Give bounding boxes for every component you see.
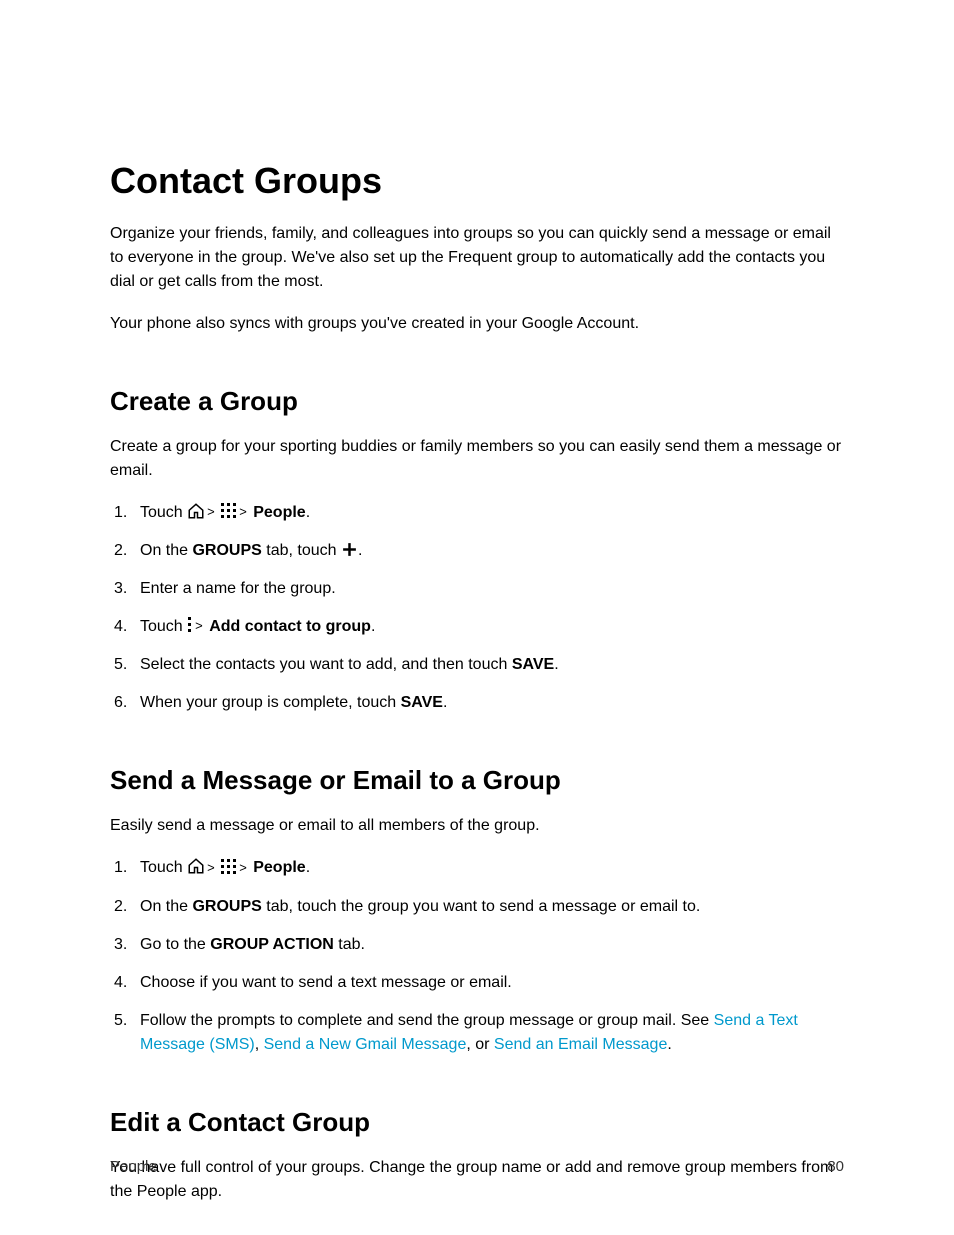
overflow-menu-icon [187, 617, 193, 633]
chevron-right-icon: > [207, 504, 215, 519]
link-send-gmail[interactable]: Send a New Gmail Message [264, 1036, 467, 1053]
page-title: Contact Groups [110, 160, 844, 202]
groups-label: GROUPS [192, 898, 261, 915]
step-text: . [667, 1036, 671, 1053]
step-text: When your group is complete, touch [140, 694, 401, 711]
chevron-right-icon: > [239, 860, 247, 875]
groups-label: GROUPS [192, 542, 261, 559]
intro-paragraph-1: Organize your friends, family, and colle… [110, 222, 844, 294]
intro-paragraph-2: Your phone also syncs with groups you've… [110, 312, 844, 336]
people-label: People [253, 860, 305, 877]
step-text: , or [466, 1036, 494, 1053]
apps-icon [221, 859, 237, 875]
send-step-5: Follow the prompts to complete and send … [110, 1009, 844, 1057]
step-text: tab, touch [262, 542, 341, 559]
step-text: tab, touch the group you want to send a … [262, 898, 700, 915]
send-intro: Easily send a message or email to all me… [110, 814, 844, 838]
create-step-6: When your group is complete, touch SAVE. [110, 691, 844, 715]
send-steps: Touch > > People. On the GROUPS tab, tou… [110, 856, 844, 1056]
save-label: SAVE [512, 656, 554, 673]
footer-section: People [110, 1158, 157, 1175]
home-icon [187, 856, 205, 880]
create-step-4: Touch > Add contact to group. [110, 615, 844, 639]
send-step-4: Choose if you want to send a text messag… [110, 971, 844, 995]
create-step-2: On the GROUPS tab, touch . [110, 539, 844, 563]
step-text: Follow the prompts to complete and send … [140, 1012, 714, 1029]
create-step-5: Select the contacts you want to add, and… [110, 653, 844, 677]
add-contact-label: Add contact to group [209, 618, 371, 635]
chevron-right-icon: > [207, 860, 215, 875]
step-text: Go to the [140, 936, 210, 953]
create-step-1: Touch > > People. [110, 501, 844, 525]
send-step-3: Go to the GROUP ACTION tab. [110, 933, 844, 957]
create-intro: Create a group for your sporting buddies… [110, 435, 844, 483]
heading-create-group: Create a Group [110, 386, 844, 417]
send-step-2: On the GROUPS tab, touch the group you w… [110, 895, 844, 919]
heading-send-message: Send a Message or Email to a Group [110, 765, 844, 796]
step-text: tab. [334, 936, 365, 953]
step-text: , [255, 1036, 264, 1053]
save-label: SAVE [401, 694, 443, 711]
create-steps: Touch > > People. On the GROUPS tab, tou… [110, 501, 844, 715]
step-text: Select the contacts you want to add, and… [140, 656, 512, 673]
step-text: On the [140, 542, 192, 559]
page-footer: People 80 [110, 1158, 844, 1175]
step-text: Touch [140, 860, 187, 877]
step-text: On the [140, 898, 192, 915]
create-step-3: Enter a name for the group. [110, 577, 844, 601]
chevron-right-icon: > [195, 618, 203, 633]
footer-page-number: 80 [827, 1158, 844, 1175]
heading-edit-group: Edit a Contact Group [110, 1107, 844, 1138]
send-step-1: Touch > > People. [110, 856, 844, 880]
link-send-email[interactable]: Send an Email Message [494, 1036, 667, 1053]
plus-icon [341, 539, 358, 563]
home-icon [187, 501, 205, 525]
group-action-label: GROUP ACTION [210, 936, 334, 953]
apps-icon [221, 503, 237, 519]
step-text: Touch [140, 504, 187, 521]
chevron-right-icon: > [239, 504, 247, 519]
step-text: Touch [140, 618, 187, 635]
people-label: People [253, 504, 305, 521]
